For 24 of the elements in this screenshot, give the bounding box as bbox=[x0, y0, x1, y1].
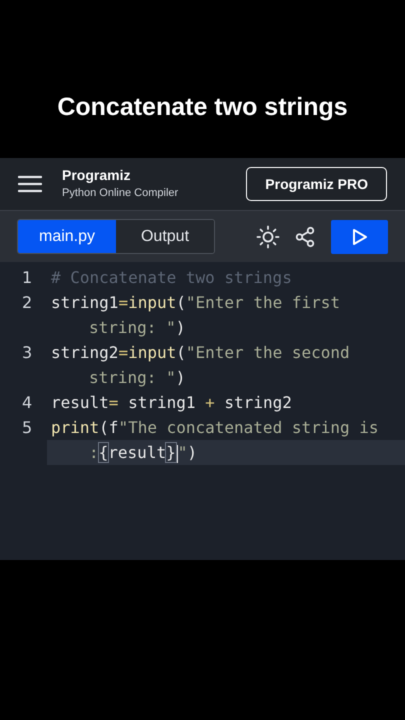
pro-button[interactable]: Programiz PRO bbox=[246, 167, 387, 201]
code-line: print(f"The concatenated string is bbox=[51, 417, 379, 439]
code-line: result= string1 + string2 bbox=[51, 392, 292, 414]
video-caption: Concatenate two strings bbox=[57, 92, 348, 122]
compiler-subtitle: Python Online Compiler bbox=[62, 186, 178, 201]
line-number: 1 bbox=[21, 267, 34, 289]
code-line: string1=input("Enter the first bbox=[51, 292, 340, 314]
play-icon bbox=[352, 228, 368, 246]
code-line: string: ") bbox=[89, 367, 186, 389]
code-line: string2=input("Enter the second bbox=[51, 342, 350, 364]
code-line: # Concatenate two strings bbox=[51, 267, 292, 289]
line-number: 2 bbox=[21, 292, 34, 314]
run-button[interactable] bbox=[331, 220, 388, 254]
share-icon[interactable] bbox=[294, 226, 316, 248]
code-line: :{result}") bbox=[89, 442, 197, 465]
line-number: 3 bbox=[21, 342, 34, 364]
line-number: 5 bbox=[21, 417, 34, 439]
editor-tab[interactable]: main.py bbox=[18, 220, 116, 253]
editor-tab[interactable]: Output bbox=[116, 220, 214, 253]
logo[interactable]: Programiz bbox=[62, 166, 178, 184]
sun-icon[interactable] bbox=[256, 224, 280, 248]
line-number: 4 bbox=[21, 392, 34, 414]
menu-icon[interactable] bbox=[18, 175, 42, 193]
code-line: string: ") bbox=[89, 317, 186, 339]
